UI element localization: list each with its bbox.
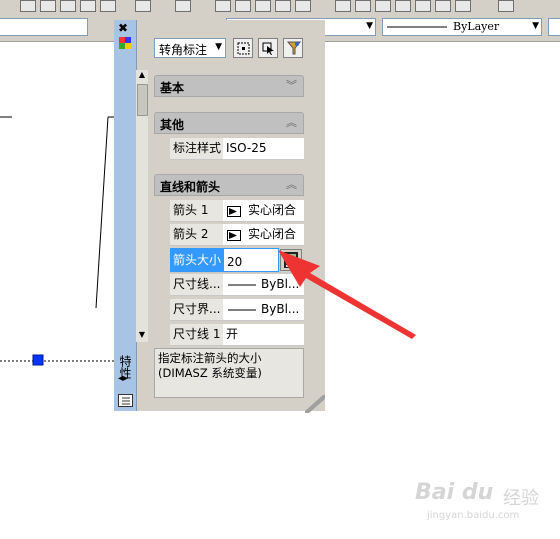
- section-misc[interactable]: 其他 ︽: [154, 112, 304, 134]
- prop-row-arrow1[interactable]: 箭头 1 实心闭合: [170, 200, 304, 222]
- palette-title-bar[interactable]: ✖ 特性 ◂▸: [114, 20, 137, 411]
- chevron-up-icon: ︽: [286, 116, 297, 129]
- toolbar-icon[interactable]: [355, 0, 371, 12]
- toolbar-icon[interactable]: [175, 0, 191, 12]
- top-toolbar: [0, 0, 560, 15]
- chevron-down-icon: ▼: [215, 42, 222, 52]
- toolbar-icon[interactable]: [395, 0, 411, 12]
- linetype-combo[interactable]: ByLayer ▼: [382, 18, 542, 36]
- prop-name: 箭头 1: [170, 200, 226, 221]
- toolbar-icon[interactable]: [375, 0, 391, 12]
- prop-name: 尺寸线...: [170, 274, 226, 295]
- prop-value[interactable]: 实心闭合: [223, 200, 304, 221]
- collapse-icon[interactable]: ◂▸: [118, 373, 128, 384]
- menu-icon[interactable]: [118, 394, 133, 407]
- close-icon[interactable]: ✖: [118, 22, 128, 34]
- palette-scrollbar[interactable]: ▲ ▼: [136, 70, 148, 342]
- prop-value-text: 实心闭合: [248, 203, 297, 217]
- section-label: 其他: [160, 118, 185, 132]
- annotation-arrow: [278, 250, 416, 339]
- layer-combo[interactable]: [0, 18, 88, 36]
- toolbar-icon[interactable]: [20, 0, 36, 12]
- section-general[interactable]: 基本 ︾: [154, 75, 304, 97]
- arrowhead-icon: [227, 206, 241, 217]
- section-lines-arrows[interactable]: 直线和箭头 ︽: [154, 174, 304, 196]
- toolbar-icon[interactable]: [455, 0, 471, 12]
- linetype-value: ByLayer: [453, 20, 500, 33]
- scroll-thumb[interactable]: [137, 84, 148, 116]
- palette-corner: [305, 395, 325, 413]
- toolbar-icon[interactable]: [100, 0, 116, 12]
- toolbar-icon[interactable]: [80, 0, 96, 12]
- filter-icon: [287, 41, 301, 55]
- prop-name: 尺寸线 1: [170, 324, 226, 345]
- zoom-icon[interactable]: [255, 0, 271, 12]
- selection-grip[interactable]: [32, 354, 44, 366]
- toolbar-icon[interactable]: [435, 0, 451, 12]
- toolbar-icon[interactable]: [498, 0, 514, 12]
- chevron-down-icon: ︾: [286, 79, 297, 92]
- line-sample-icon: [228, 284, 256, 286]
- line-sample-icon: [387, 26, 447, 28]
- autohide-icon[interactable]: [117, 36, 133, 50]
- toolbar-icon[interactable]: [40, 0, 56, 12]
- prop-name-selected: 箭头大小: [170, 248, 226, 272]
- scroll-up-icon[interactable]: ▲: [137, 70, 147, 82]
- section-label: 基本: [160, 81, 185, 95]
- toolbar-icon[interactable]: [60, 0, 76, 12]
- toggle-pickadd-button[interactable]: [233, 38, 253, 58]
- line-sample-icon: [228, 309, 256, 311]
- zoom-icon[interactable]: [275, 0, 291, 12]
- toolbar-icon[interactable]: [335, 0, 351, 12]
- prop-name: 标注样式: [170, 138, 226, 159]
- chevron-down-icon: ▼: [366, 21, 373, 31]
- zoom-icon[interactable]: [295, 0, 311, 12]
- section-label: 直线和箭头: [160, 180, 221, 194]
- toolbar-icon[interactable]: [215, 0, 231, 12]
- watermark: Bai du 经验 jingyan.baidu.com: [415, 480, 545, 525]
- object-type-value: 转角标注: [159, 43, 208, 57]
- scroll-down-icon[interactable]: ▼: [137, 330, 147, 342]
- arrowhead-icon: [227, 230, 241, 241]
- object-type-select[interactable]: 转角标注 ▼: [154, 38, 226, 58]
- pickadd-icon: [237, 42, 250, 55]
- lineweight-combo[interactable]: [548, 18, 560, 36]
- select-objects-button[interactable]: [258, 38, 278, 58]
- zoom-icon[interactable]: [235, 0, 251, 12]
- prop-name: 尺寸界...: [170, 299, 226, 320]
- chevron-up-icon: ︽: [286, 178, 297, 191]
- watermark-brand: Bai du: [415, 480, 494, 505]
- select-objects-icon: [262, 42, 274, 55]
- toolbar-icon[interactable]: [415, 0, 431, 12]
- quick-select-button[interactable]: [283, 38, 303, 58]
- prop-name: 箭头 2: [170, 224, 226, 245]
- watermark-url: jingyan.baidu.com: [427, 510, 520, 521]
- toolbar-icon[interactable]: [135, 0, 151, 12]
- watermark-sub: 经验: [503, 488, 539, 509]
- prop-row-dimstyle[interactable]: 标注样式 ISO-25: [170, 138, 304, 160]
- prop-value[interactable]: ISO-25: [223, 138, 304, 159]
- description-panel: 指定标注箭头的大小 (DIMASZ 系统变量): [154, 348, 304, 398]
- chevron-down-icon: ▼: [532, 21, 539, 31]
